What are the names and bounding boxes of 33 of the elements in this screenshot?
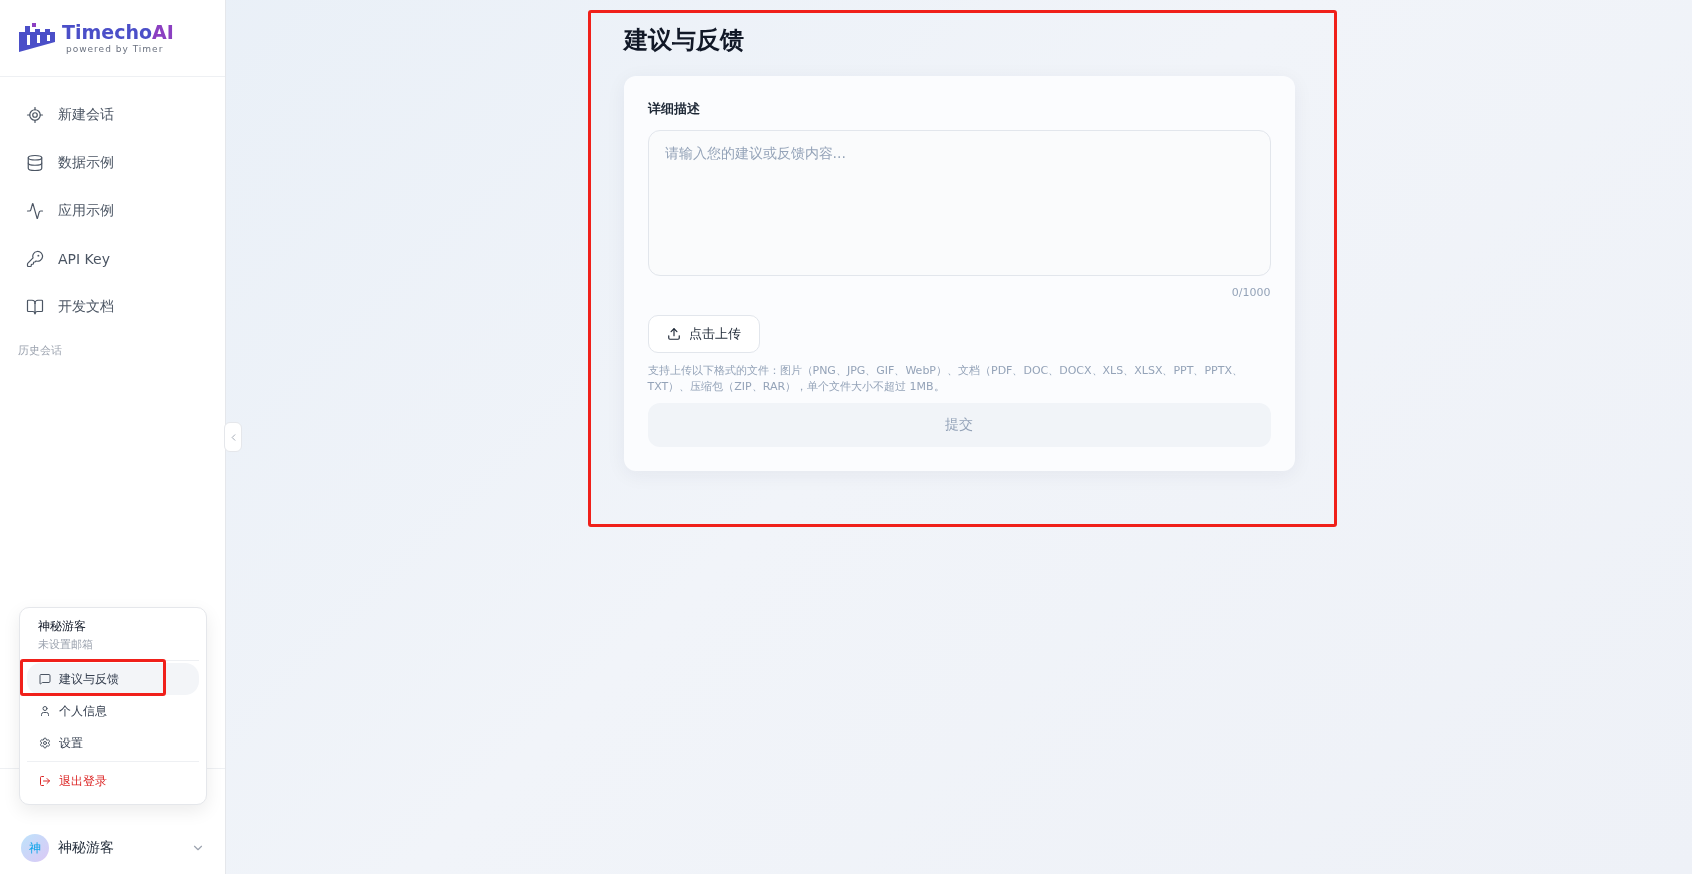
key-icon	[26, 250, 44, 268]
nav-item[interactable]: API Key	[0, 235, 225, 283]
brand-name: TimechoAI	[62, 22, 174, 42]
chat-bubble-icon	[39, 673, 51, 685]
collapse-handle[interactable]	[224, 422, 242, 452]
description-field[interactable]: 请输入您的建议或反馈内容...	[647, 130, 1271, 276]
brand-tagline: powered by Timer	[66, 44, 165, 54]
user-button[interactable]: 神 神秘游客	[0, 834, 225, 874]
section-label: 历史会话	[17, 343, 63, 359]
menu-item[interactable]: 设置	[27, 727, 199, 759]
menu-item[interactable]: 个人信息	[27, 695, 199, 727]
upload-hint: 支持上传以下格式的文件：图片（PNG、JPG、GIF、WebP）、文档（PDF、DOC、DOCX、XLS、XLSX、PPT、PPTX、TXT）、压缩包（ZIP、RAR），单个文件大小不超过 1MB。	[647, 363, 1244, 395]
settings-icon	[39, 737, 51, 749]
book-icon	[26, 298, 44, 316]
nav-item[interactable]: 应用示例	[0, 187, 225, 235]
upload-icon	[666, 327, 681, 341]
field-label: 详细描述	[647, 100, 701, 118]
locate-icon	[26, 106, 44, 124]
user-email: 未设置邮箱	[37, 637, 94, 653]
page-title: 建议与反馈	[623, 25, 745, 56]
user-icon	[39, 705, 51, 717]
nav-item[interactable]: 数据示例	[0, 139, 225, 187]
char-counter: 0/1000	[1231, 286, 1271, 299]
pulse-icon	[26, 202, 44, 220]
upload-button[interactable]: 点击上传	[647, 315, 760, 353]
nav-item[interactable]: 新建会话	[0, 91, 225, 139]
user-name: 神秘游客	[37, 618, 87, 635]
logout-item[interactable]: 退出登录	[27, 764, 199, 798]
logout-icon	[39, 775, 51, 787]
avatar: 神	[21, 834, 49, 862]
nav-item[interactable]: 开发文档	[0, 283, 225, 331]
database-icon	[26, 154, 44, 172]
logo-icon	[18, 23, 56, 53]
